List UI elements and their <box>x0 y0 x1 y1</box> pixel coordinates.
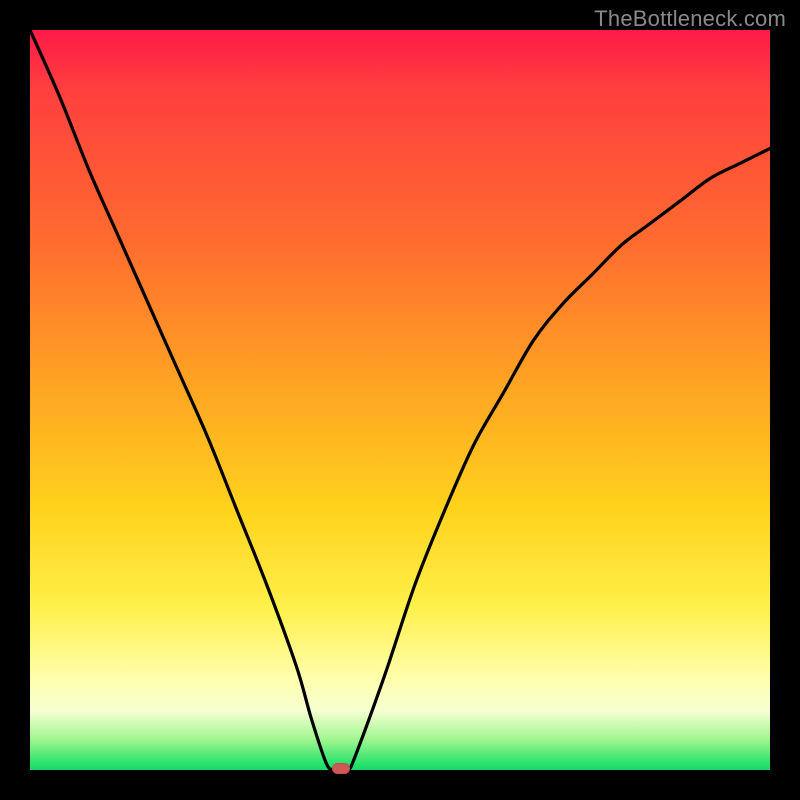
watermark-text: TheBottleneck.com <box>594 6 786 32</box>
chart-plot-area <box>30 30 770 770</box>
bottleneck-curve <box>30 30 770 770</box>
optimal-point-marker <box>332 763 350 774</box>
chart-frame: TheBottleneck.com <box>0 0 800 800</box>
curve-line <box>30 30 770 771</box>
